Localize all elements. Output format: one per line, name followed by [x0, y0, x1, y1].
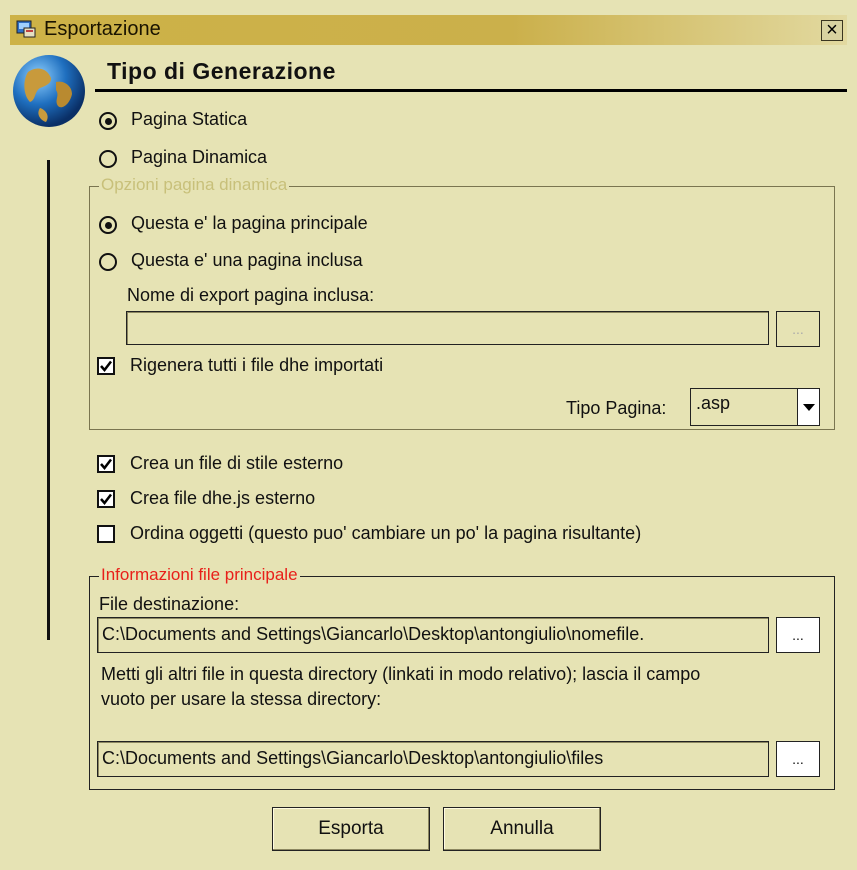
- checkmark-icon: [100, 360, 112, 372]
- export-name-field[interactable]: [126, 311, 769, 345]
- checkmark-icon: [100, 458, 112, 470]
- globe-icon: [13, 55, 85, 127]
- cancel-button[interactable]: Annulla: [443, 807, 601, 851]
- page-type-label: Tipo Pagina:: [566, 398, 667, 418]
- external-style-label: Crea un file di stile esterno: [130, 453, 344, 473]
- close-icon: ×: [826, 19, 838, 41]
- dynamic-page-label: Pagina Dinamica: [131, 147, 268, 167]
- export-name-label: Nome di export pagina inclusa:: [127, 285, 375, 305]
- checkmark-icon: [100, 493, 112, 505]
- external-js-label: Crea file dhe.js esterno: [130, 488, 316, 508]
- decorative-bar: [47, 160, 50, 640]
- close-button[interactable]: ×: [821, 20, 843, 41]
- main-page-radio[interactable]: [99, 216, 117, 234]
- static-page-label: Pagina Statica: [131, 109, 248, 129]
- title-bar[interactable]: Esportazione ×: [10, 15, 847, 45]
- dest-file-field[interactable]: C:\Documents and Settings\Giancarlo\Desk…: [97, 617, 769, 653]
- dynamic-page-radio[interactable]: [99, 150, 117, 168]
- app-icon: [16, 20, 36, 38]
- main-file-legend: Informazioni file principale: [99, 565, 300, 585]
- page-title: Tipo di Generazione: [107, 58, 336, 84]
- regenerate-label: Rigenera tutti i file dhe importati: [130, 355, 384, 375]
- page-type-value: .asp: [696, 393, 731, 413]
- included-page-radio[interactable]: [99, 253, 117, 271]
- export-button[interactable]: Esporta: [272, 807, 430, 851]
- sort-objects-checkbox[interactable]: [97, 525, 115, 543]
- files-dir-browse-button[interactable]: ...: [776, 741, 820, 777]
- external-style-checkbox[interactable]: [97, 455, 115, 473]
- included-page-label: Questa e' una pagina inclusa: [131, 250, 363, 270]
- chevron-down-icon[interactable]: [797, 389, 819, 425]
- export-dialog: Esportazione × Tipo di Generazione Pagin…: [0, 0, 857, 870]
- main-page-label: Questa e' la pagina principale: [131, 213, 368, 233]
- files-dir-field[interactable]: C:\Documents and Settings\Giancarlo\Desk…: [97, 741, 769, 777]
- heading-divider: [95, 89, 847, 92]
- page-type-select[interactable]: .asp: [690, 388, 820, 426]
- static-page-radio[interactable]: [99, 112, 117, 130]
- dest-file-browse-button[interactable]: ...: [776, 617, 820, 653]
- dir-help-line2: vuoto per usare la stessa directory:: [101, 689, 382, 709]
- dir-help-line1: Metti gli altri file in questa directory…: [101, 664, 701, 684]
- sort-objects-label: Ordina oggetti (questo puo' cambiare un …: [130, 523, 642, 543]
- dynamic-options-legend: Opzioni pagina dinamica: [99, 175, 290, 195]
- export-name-browse-button[interactable]: ...: [776, 311, 820, 347]
- regenerate-checkbox[interactable]: [97, 357, 115, 375]
- external-js-checkbox[interactable]: [97, 490, 115, 508]
- window-title: Esportazione: [44, 18, 161, 40]
- dest-file-label: File destinazione:: [99, 594, 240, 614]
